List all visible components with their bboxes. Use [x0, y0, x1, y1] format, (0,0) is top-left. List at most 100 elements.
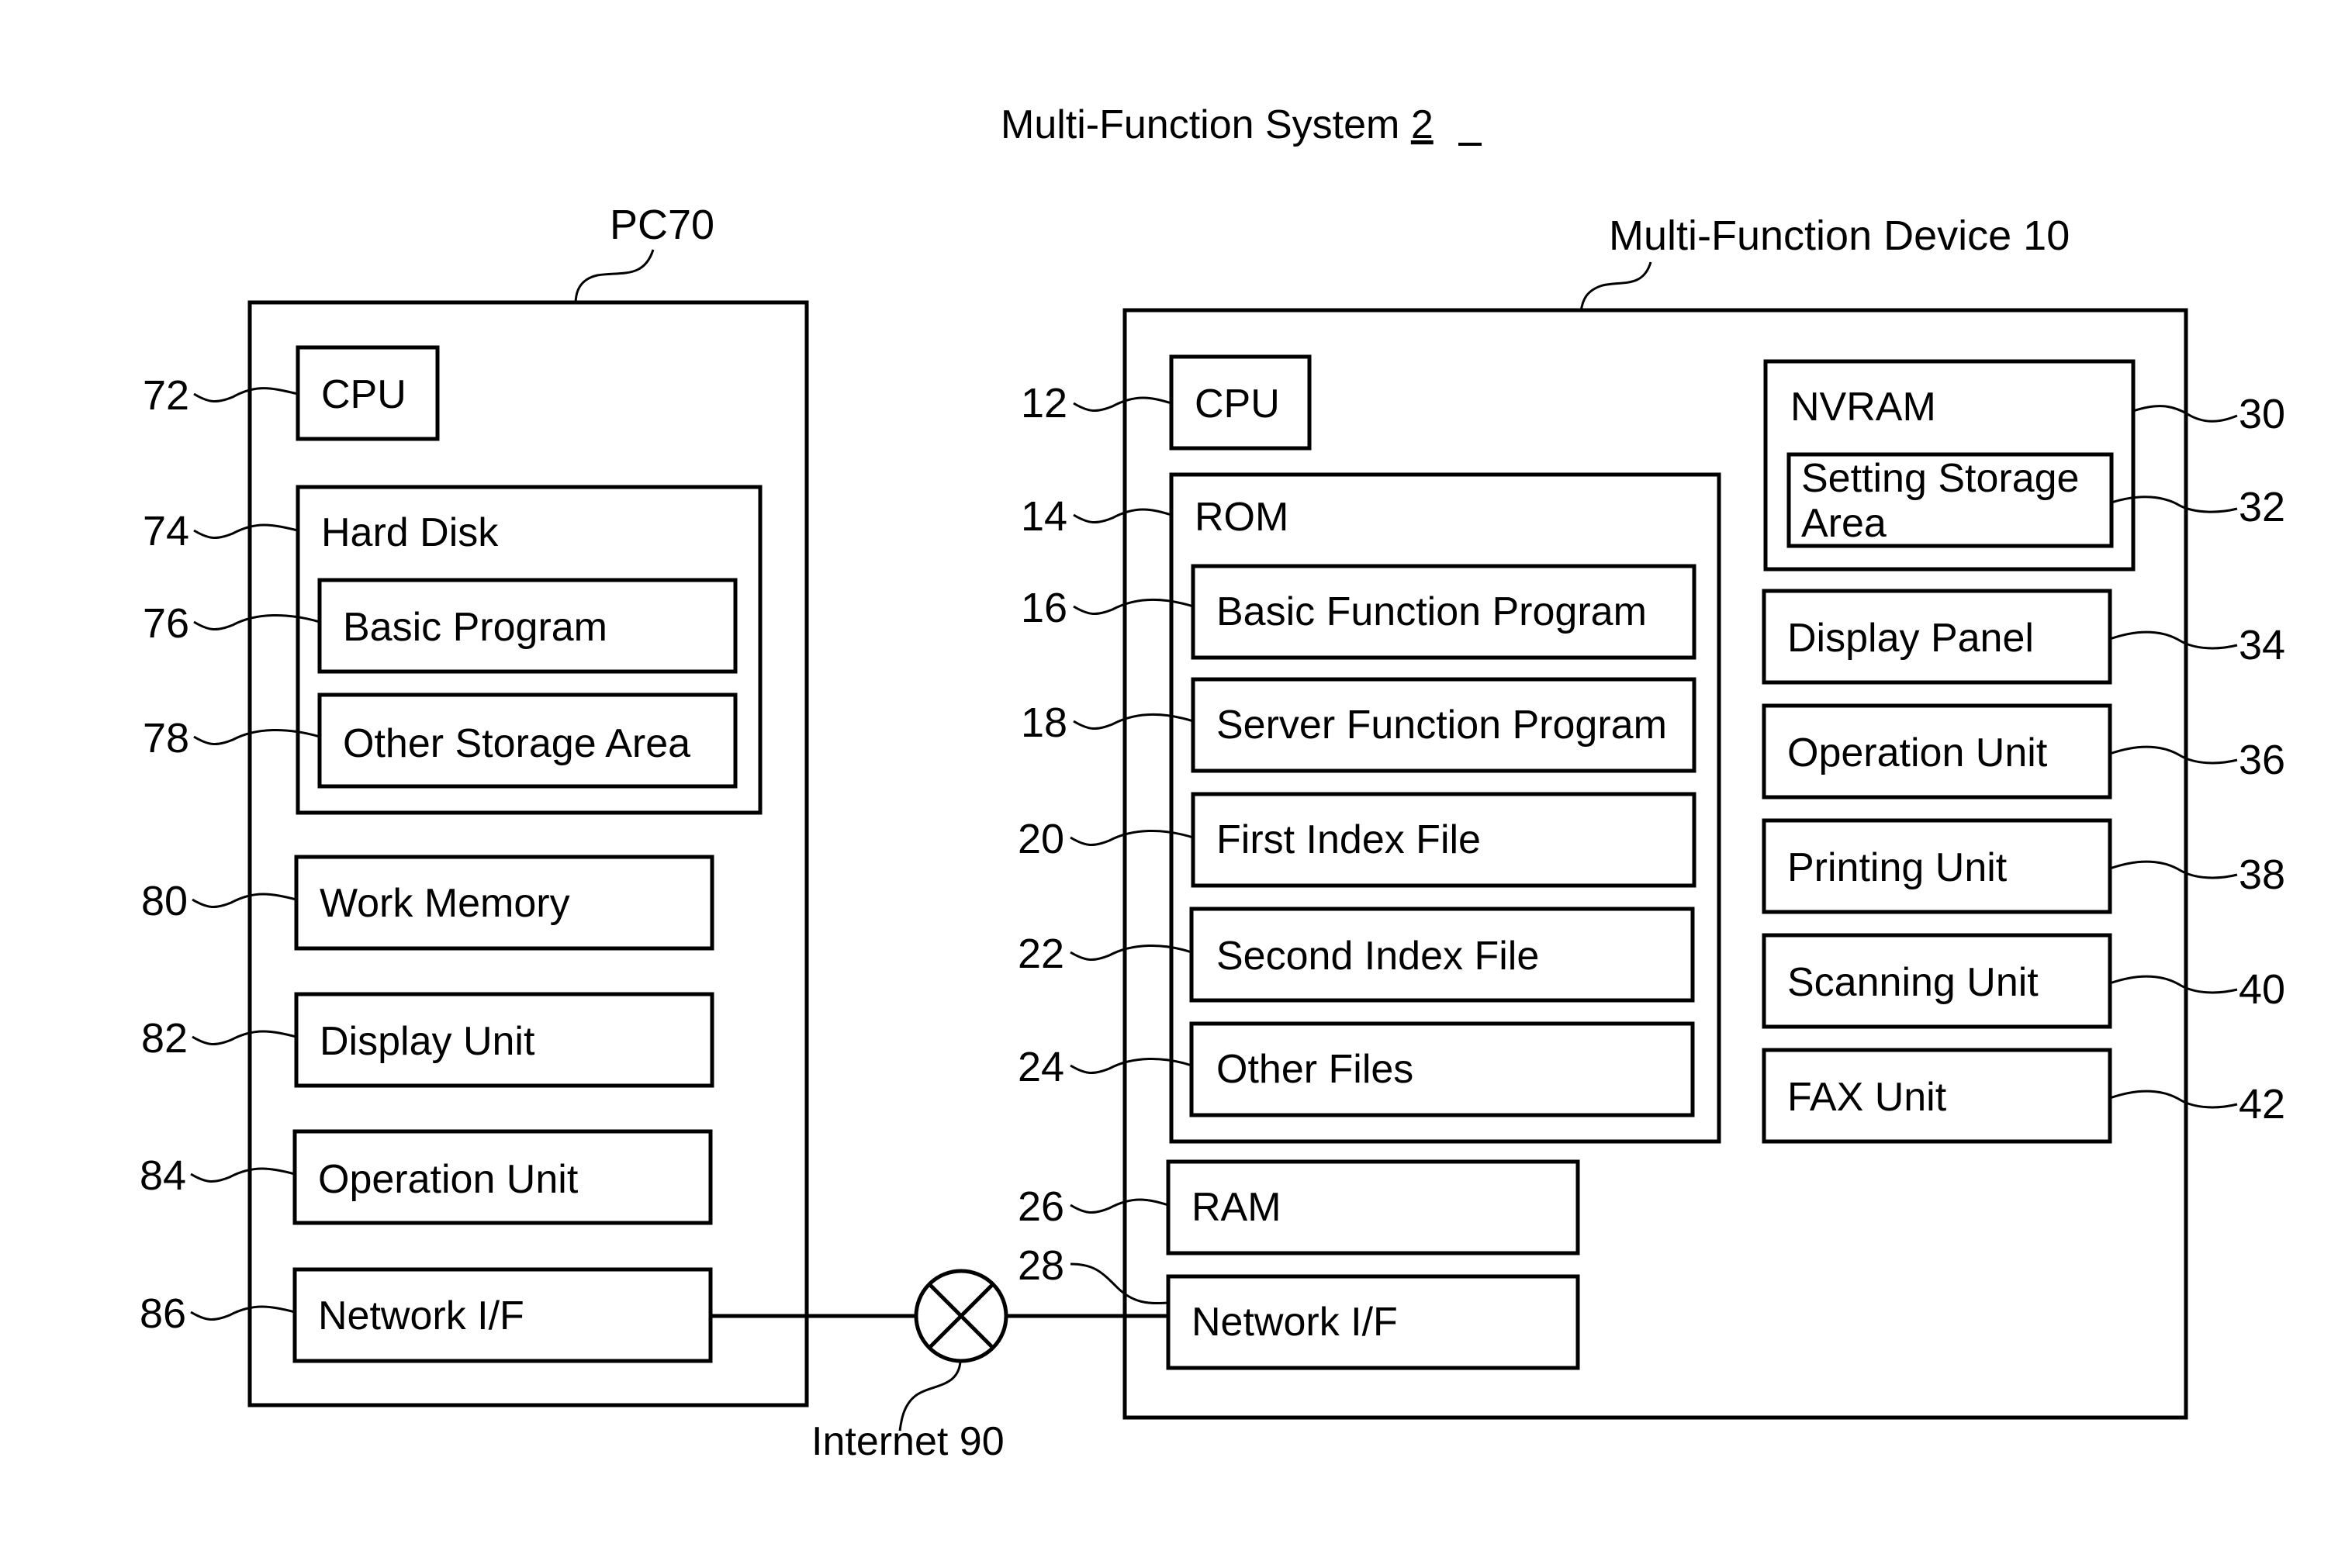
- ref-22: 22: [1018, 931, 1064, 977]
- mfd-setting-storage: Setting Storage Area 32: [1786, 452, 2285, 548]
- pc-block: PC70 72 CPU 74 Hard Disk 76 Basic Progra…: [140, 202, 809, 1407]
- printing-unit-label: Printing Unit: [1787, 845, 2008, 890]
- pc-outer-box: [247, 300, 809, 1407]
- scanning-unit-label: Scanning Unit: [1787, 960, 2039, 1005]
- mfd-cpu-label: CPU: [1195, 382, 1280, 427]
- leader-82: [192, 1030, 297, 1045]
- internet-node: Internet 90: [711, 1269, 1170, 1464]
- ref-86: 86: [140, 1290, 186, 1337]
- mfd-scanning-unit: Scanning Unit 40: [1762, 933, 2285, 1029]
- setting-storage-label-line2: Area: [1801, 501, 1887, 546]
- pc-leader-line: [574, 249, 655, 305]
- ref-72: 72: [143, 372, 189, 419]
- mfd-ram: 26 RAM: [1018, 1159, 1580, 1255]
- pc-operation-unit-label: Operation Unit: [318, 1157, 579, 1202]
- rom-box: [1169, 472, 1721, 1144]
- ref-78: 78: [143, 715, 189, 762]
- ref-74: 74: [143, 508, 189, 554]
- ref-32: 32: [2239, 484, 2285, 530]
- leader-16: [1073, 598, 1194, 615]
- pc-cpu-label: CPU: [321, 372, 406, 417]
- pc-work-memory: 80 Work Memory: [141, 855, 714, 951]
- mfd-cpu: 12 CPU: [1021, 354, 1312, 451]
- ref-42: 42: [2239, 1081, 2285, 1128]
- setting-storage-label-line1: Setting Storage: [1801, 456, 2079, 501]
- display-unit-label: Display Unit: [320, 1019, 535, 1064]
- ref-76: 76: [143, 600, 189, 647]
- mfd-operation-unit-label: Operation Unit: [1787, 730, 2048, 775]
- ref-34: 34: [2239, 622, 2285, 668]
- pc-network-if-label: Network I/F: [318, 1293, 524, 1338]
- basic-function-program-label: Basic Function Program: [1216, 589, 1647, 634]
- pc-cpu: 72 CPU: [143, 345, 440, 441]
- leader-80: [192, 893, 297, 908]
- ref-16: 16: [1021, 585, 1067, 631]
- leader-72: [193, 387, 299, 402]
- pc-operation-unit: 84 Operation Unit: [140, 1129, 713, 1225]
- ram-label: RAM: [1191, 1185, 1281, 1230]
- ref-28: 28: [1018, 1242, 1064, 1289]
- mfd-second-index-file: 22 Second Index File: [1018, 907, 1695, 1003]
- leader-34: [2109, 630, 2238, 650]
- mfd-server-function-program: 18 Server Function Program: [1021, 677, 1696, 773]
- mfd-network-if: 28 Network I/F: [1018, 1242, 1580, 1370]
- pc-label: PC70: [610, 202, 714, 248]
- mfd-leader-line: [1579, 261, 1652, 313]
- leader-38: [2109, 860, 2238, 879]
- display-panel-label: Display Panel: [1787, 616, 2034, 661]
- server-function-program-label: Server Function Program: [1216, 703, 1667, 748]
- hard-disk-label: Hard Disk: [321, 510, 499, 555]
- pc-other-storage: 78 Other Storage Area: [143, 692, 738, 789]
- ref-18: 18: [1021, 699, 1067, 746]
- leader-22: [1070, 944, 1192, 961]
- ref-84: 84: [140, 1152, 186, 1199]
- leader-14: [1073, 508, 1172, 523]
- mfd-display-panel: Display Panel 34: [1762, 589, 2285, 685]
- pc-network-if: 86 Network I/F: [140, 1267, 713, 1363]
- ref-40: 40: [2239, 966, 2285, 1013]
- leader-76: [193, 613, 320, 630]
- ref-12: 12: [1021, 380, 1067, 427]
- network-cross-circle-icon: [914, 1269, 1008, 1363]
- ref-82: 82: [141, 1015, 188, 1062]
- mfd-network-if-label: Network I/F: [1191, 1300, 1398, 1345]
- basic-program-label: Basic Program: [343, 605, 607, 650]
- diagram-title: Multi-Function System 2: [1001, 102, 1434, 147]
- nvram-label: NVRAM: [1790, 385, 1936, 430]
- second-index-file-label: Second Index File: [1216, 934, 1539, 979]
- mfd-operation-unit: Operation Unit 36: [1762, 703, 2285, 800]
- ref-24: 24: [1018, 1044, 1064, 1090]
- leader-32: [2111, 496, 2238, 513]
- multi-function-system-diagram: Multi-Function System 2 PC70 72 CPU 74 H…: [140, 102, 2285, 1464]
- pc-display-unit: 82 Display Unit: [141, 992, 714, 1088]
- leader-12: [1073, 396, 1172, 412]
- leader-84: [190, 1167, 296, 1183]
- mfd-printing-unit: Printing Unit 38: [1762, 818, 2285, 914]
- leader-28: [1070, 1262, 1169, 1305]
- leader-20: [1070, 829, 1194, 846]
- first-index-file-label: First Index File: [1216, 817, 1481, 862]
- mfd-fax-unit: FAX Unit 42: [1762, 1048, 2285, 1144]
- fax-unit-label: FAX Unit: [1787, 1075, 1947, 1120]
- leader-78: [193, 728, 320, 745]
- leader-40: [2109, 975, 2238, 994]
- pc-basic-program: 76 Basic Program: [143, 578, 738, 674]
- work-memory-label: Work Memory: [320, 881, 570, 926]
- mfd-first-index-file: 20 First Index File: [1018, 792, 1696, 888]
- leader-24: [1070, 1057, 1192, 1074]
- rom-label: ROM: [1195, 495, 1288, 540]
- leader-86: [190, 1305, 296, 1321]
- ref-14: 14: [1021, 493, 1067, 540]
- leader-18: [1073, 713, 1194, 730]
- mfd-basic-function-program: 16 Basic Function Program: [1021, 564, 1696, 660]
- mfd-other-files: 24 Other Files: [1018, 1021, 1695, 1117]
- ref-20: 20: [1018, 816, 1064, 862]
- leader-42: [2109, 1090, 2238, 1109]
- leader-26: [1070, 1198, 1169, 1214]
- other-storage-label: Other Storage Area: [343, 721, 690, 766]
- leader-36: [2109, 745, 2238, 765]
- other-files-label: Other Files: [1216, 1047, 1413, 1092]
- mfd-label: Multi-Function Device 10: [1609, 212, 2070, 259]
- ref-26: 26: [1018, 1183, 1064, 1230]
- ref-36: 36: [2239, 737, 2285, 783]
